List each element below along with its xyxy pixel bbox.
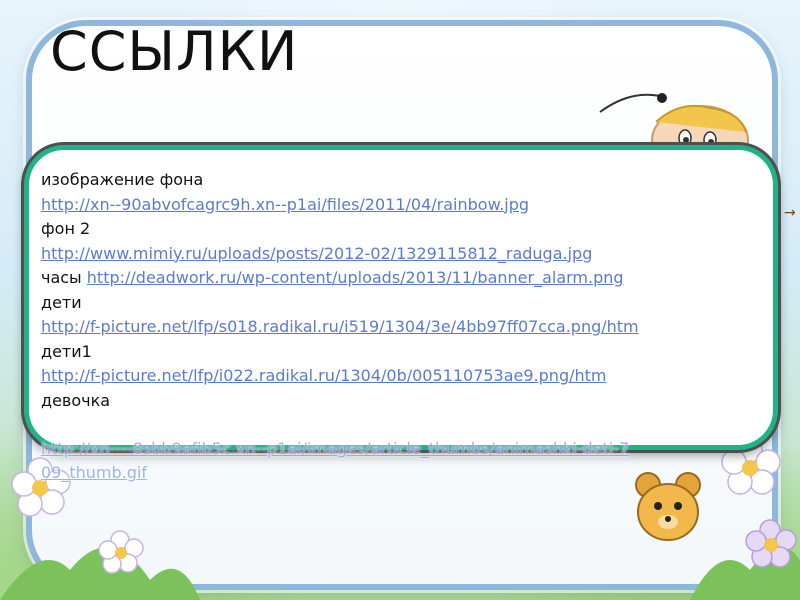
links-list: изображение фона http://xn--90abvofcagrc… [41, 168, 771, 413]
link-url-line1[interactable]: http://xn----8sbb9afib5c.xn--p1ai/images… [41, 437, 781, 461]
list-item: http://xn--90abvofcagrc9h.xn--p1ai/files… [41, 193, 771, 218]
link-url[interactable]: http://www.mimiy.ru/uploads/posts/2012-0… [41, 244, 592, 263]
link-url[interactable]: http://xn--90abvofcagrc9h.xn--p1ai/files… [41, 195, 529, 214]
list-item: http://www.mimiy.ru/uploads/posts/2012-0… [41, 242, 771, 267]
link-label: дети [41, 292, 82, 312]
overflow-link[interactable]: http://xn----8sbb9afib5c.xn--p1ai/images… [41, 437, 781, 485]
link-label: часы [41, 268, 82, 287]
list-item: фон 2 [41, 217, 771, 242]
link-label: фон 2 [41, 219, 91, 238]
list-item: http://f-picture.net/lfp/i022.radikal.ru… [41, 364, 771, 389]
list-item: дети1 [41, 340, 771, 365]
list-item: часы http://deadwork.ru/wp-content/uploa… [41, 266, 771, 291]
link-label: изображение фона [41, 170, 204, 189]
list-item: изображение фона [41, 168, 771, 193]
link-label: дети1 [41, 341, 92, 361]
edge-arrow-icon: → [784, 205, 796, 221]
list-item: http://f-picture.net/lfp/s018.radikal.ru… [41, 315, 771, 340]
list-item: дети [41, 291, 771, 316]
page-title: ССЫЛКИ [50, 20, 299, 83]
link-url[interactable]: http://f-picture.net/lfp/i022.radikal.ru… [41, 366, 606, 385]
link-url[interactable]: http://deadwork.ru/wp-content/uploads/20… [87, 268, 624, 287]
link-url-line2[interactable]: 09_thumb.gif [41, 461, 781, 485]
list-item: девочка [41, 389, 771, 414]
link-label: девочка [41, 390, 111, 410]
link-url[interactable]: http://f-picture.net/lfp/s018.radikal.ru… [41, 317, 639, 336]
